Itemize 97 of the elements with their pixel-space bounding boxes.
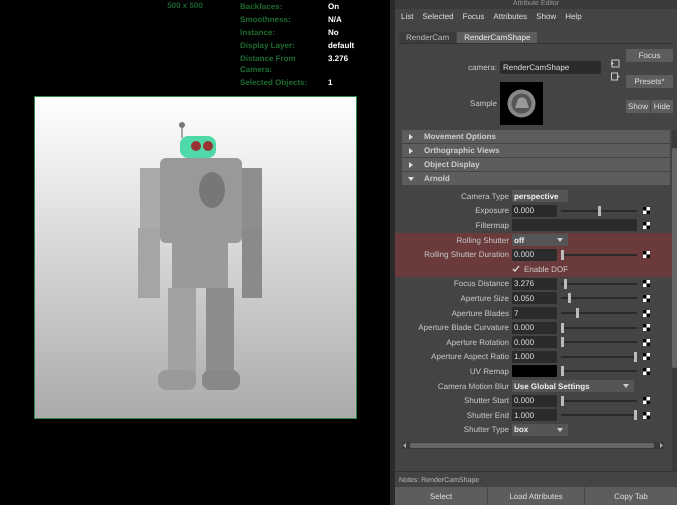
attribute-label: Shutter End [466,410,510,420]
checker-icon[interactable] [643,280,650,288]
checker-icon[interactable] [643,222,650,229]
hud-value: 3.276 [328,53,350,65]
dropdown-arrow-icon[interactable] [623,384,629,388]
section-title: Object Display [424,160,480,169]
color-swatch[interactable] [512,365,557,378]
dropdown[interactable]: perspective [512,190,568,202]
hud-label: Display Layer: [240,40,296,51]
output-node-icon[interactable] [611,72,620,81]
hud-label: Distance From Camera: [240,53,297,75]
side-button[interactable]: Presets* [626,74,673,88]
number-field[interactable]: 3.276 [512,278,557,290]
resolution-label: 500 x 500 [167,1,203,12]
dropdown[interactable]: box [512,424,568,436]
section-title: Arnold [424,174,450,183]
attribute-label: Exposure [474,206,510,216]
side-button[interactable]: Focus [626,49,673,62]
sample-label: Sample [468,99,498,108]
attribute-label: Camera Type [460,192,510,201]
section-title: Movement Options [424,132,496,141]
bottom-button[interactable]: Select [395,487,487,505]
sample-swatch [500,82,543,125]
bottom-button[interactable]: Load Attributes [488,487,584,505]
menu-item[interactable]: Help [565,12,582,21]
camera-label: camera: [467,63,498,72]
attribute-label: Filtermap [474,220,510,230]
side-button[interactable]: Show [626,100,650,114]
attribute-label: Rolling Shutter Duration [423,250,510,260]
tab[interactable]: RenderCamShape [457,32,538,43]
tab[interactable]: RenderCam [399,32,456,43]
hud-label: Selected Objects: [240,77,308,88]
attribute-label: Shutter Type [462,425,510,434]
dropdown[interactable]: off [512,234,568,246]
attribute-label: Aperture Blade Curvature [417,323,510,332]
expand-triangle-icon[interactable] [408,134,414,140]
number-field[interactable]: 0.000 [512,336,557,348]
attribute-label: Aperture Aspect Ratio [430,352,510,362]
menu-item[interactable]: Show [536,12,556,21]
input-node-icon[interactable] [611,59,620,68]
dropdown-arrow-icon[interactable] [557,238,563,242]
hud-label: Backfaces: [240,1,284,12]
checker-icon[interactable] [643,412,650,419]
attribute-label: Aperture Rotation [445,338,510,347]
attribute-label: Focus Distance [452,279,510,288]
horizontal-scrollbar[interactable] [402,442,664,450]
section-header[interactable]: Movement Options [402,130,670,143]
number-field[interactable]: 0.000 [512,322,557,334]
hud-value: N/A [328,14,343,25]
menu-item[interactable]: List [401,12,414,21]
number-field[interactable]: 1.000 [512,409,557,422]
number-field[interactable]: 0.050 [512,292,557,304]
collapse-triangle-icon[interactable] [408,176,414,182]
number-field[interactable]: 7 [512,307,557,320]
checker-icon[interactable] [643,338,650,346]
section-title: Orthographic Views [424,146,500,155]
checker-icon[interactable] [643,294,650,302]
side-button[interactable]: Hide [651,100,673,114]
checker-icon[interactable] [643,397,650,404]
menu-item[interactable]: Focus [462,12,484,21]
checker-icon[interactable] [643,324,650,332]
number-field[interactable]: 0.000 [512,248,557,261]
menu-item[interactable]: Selected [422,12,454,21]
attribute-label: Aperture Blades [450,308,510,318]
bottom-button[interactable]: Copy Tab [585,487,677,505]
section-header[interactable]: Object Display [402,158,670,171]
hud-value: default [328,40,354,51]
number-field[interactable]: 0.000 [512,204,557,217]
hud-value: No [328,27,340,38]
text-field[interactable] [512,219,637,232]
dropdown[interactable]: Use Global Settings [512,380,634,392]
number-field[interactable]: 0.000 [512,394,557,407]
expand-triangle-icon[interactable] [408,148,414,154]
hud-value: 1 [328,77,334,88]
section-header[interactable]: Arnold [402,172,670,185]
hud-value: On [328,1,340,12]
hud-label: Smoothness: [240,14,292,25]
attribute-label: Shutter Start [463,396,510,406]
attribute-label: UV Remap [468,366,510,376]
hud-label: Instance: [240,27,276,38]
attribute-label: Aperture Size [460,294,510,303]
vertical-scrollbar[interactable] [672,130,677,471]
checker-icon[interactable] [643,353,650,360]
dropdown-arrow-icon[interactable] [557,428,563,432]
checker-icon[interactable] [643,368,650,375]
attribute-label: Rolling Shutter [456,236,510,245]
menu-item[interactable]: Attributes [493,12,528,21]
expand-triangle-icon[interactable] [408,162,414,168]
checker-icon[interactable] [643,207,650,214]
checker-icon[interactable] [643,310,650,317]
checkbox[interactable] [512,265,520,274]
checkbox-label: Enable DOF [524,264,568,274]
checker-icon[interactable] [643,251,650,258]
number-field[interactable]: 1.000 [512,350,557,363]
section-header[interactable]: Orthographic Views [402,144,670,157]
node-name-field[interactable]: RenderCamShape [500,61,601,74]
attribute-label: Camera Motion Blur [436,382,510,391]
